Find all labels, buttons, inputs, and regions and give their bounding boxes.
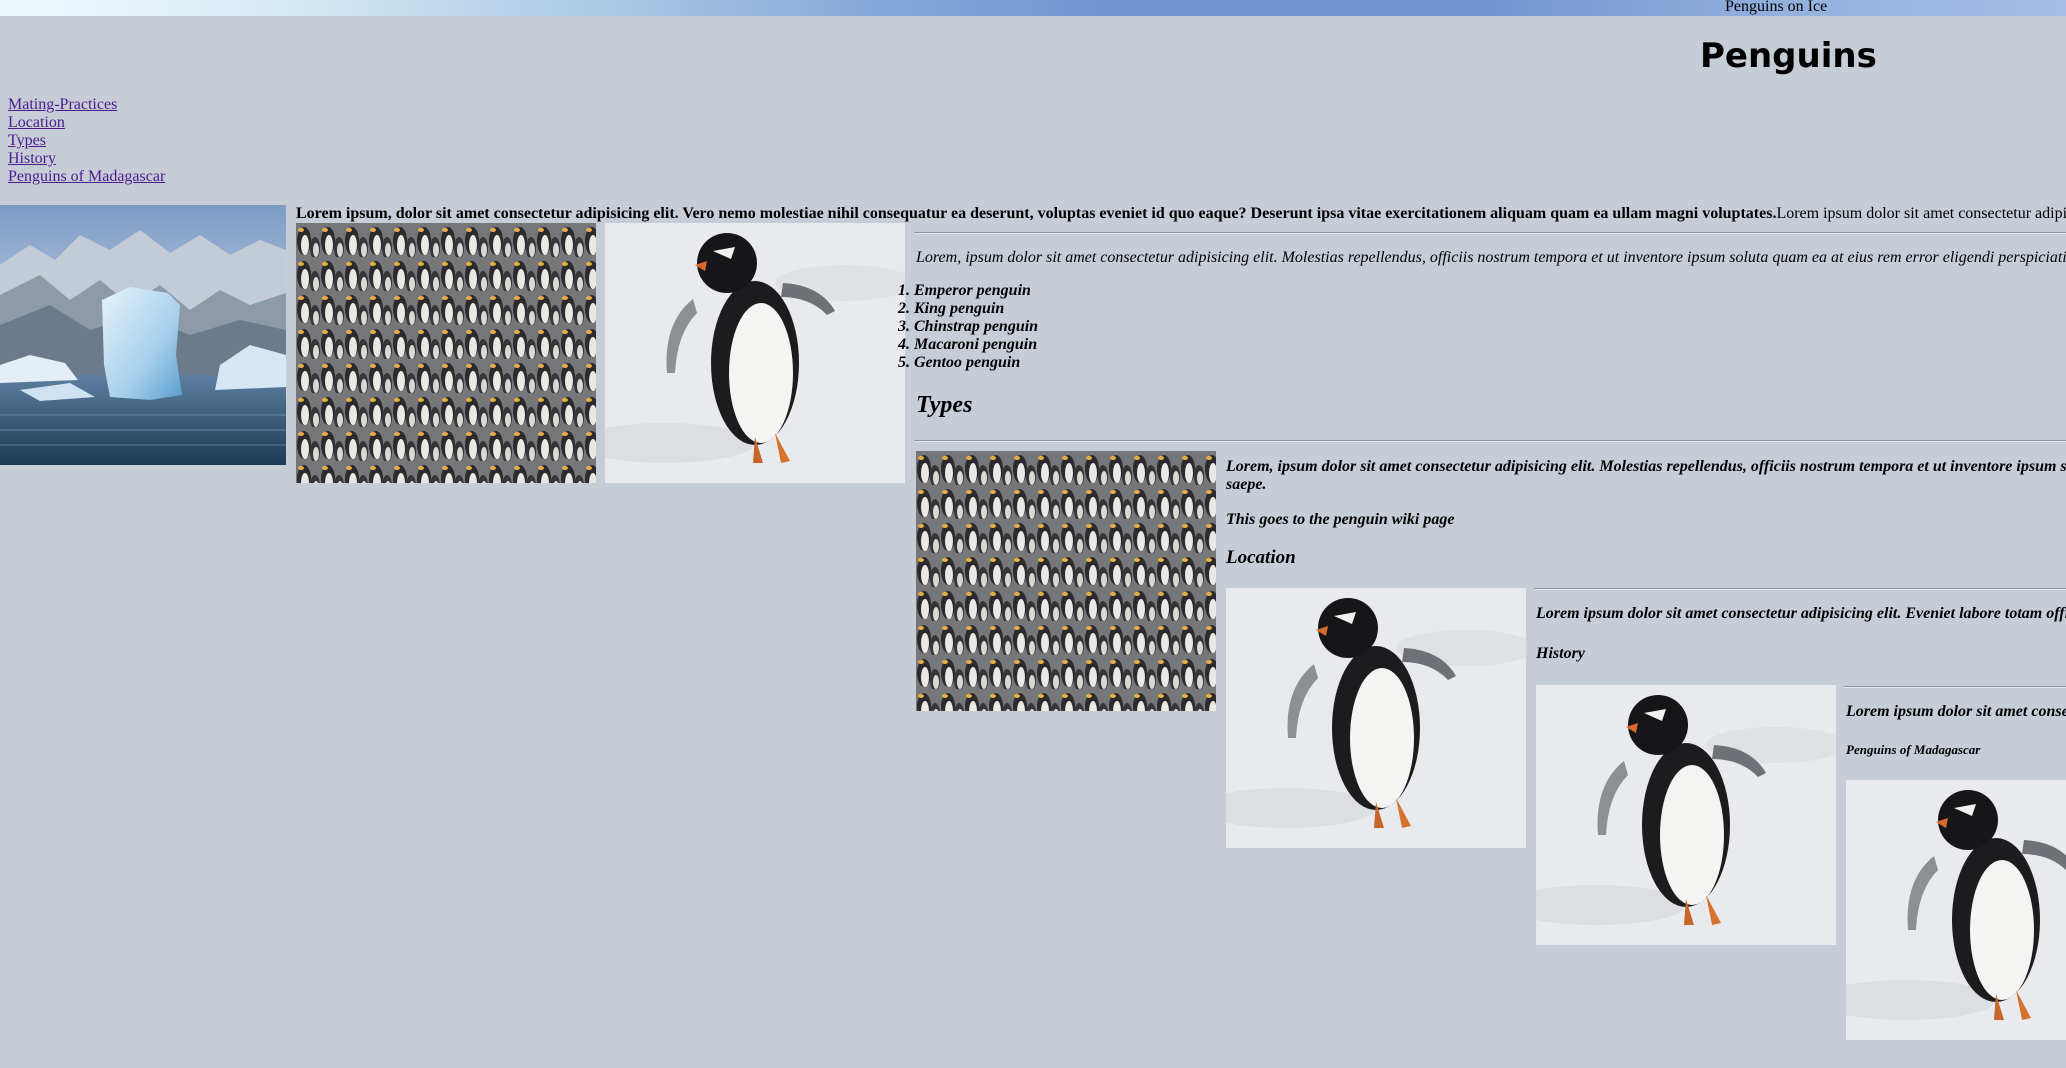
intro-paragraph: Lorem ipsum, dolor sit amet consectetur … — [296, 204, 2066, 223]
history-paragraph: Lorem ipsum dolor sit amet conse — [1846, 703, 2066, 720]
types-paragraph-line-1: Lorem, ipsum dolor sit amet consectetur … — [1226, 458, 2066, 475]
gentoo-penguin-image-3 — [1536, 685, 1836, 945]
nav-link-mating-practices[interactable]: Mating-Practices — [8, 96, 165, 114]
nav-link-types[interactable]: Types — [8, 132, 165, 150]
page: Penguins on Ice Penguins Mating-Practice… — [0, 0, 2066, 1068]
types-heading: Types — [916, 392, 973, 418]
gentoo-penguin-image — [605, 223, 905, 483]
list-item: 2. King penguin — [898, 300, 1005, 317]
divider-4 — [1844, 686, 2066, 688]
types-paragraph-line-2: saepe. — [1226, 476, 1267, 493]
list-item: 5. Gentoo penguin — [898, 354, 1021, 371]
penguin-colony-image-2 — [916, 451, 1216, 711]
intro-normal-text: Lorem ipsum dolor sit amet consectetur a… — [1776, 205, 2066, 222]
header-banner: Penguins on Ice — [0, 0, 2066, 16]
iceberg-image — [0, 205, 286, 465]
divider-3 — [1534, 588, 2066, 590]
divider-2 — [914, 440, 2066, 442]
gentoo-penguin-image-2 — [1226, 588, 1526, 848]
list-item: 4. Macaroni penguin — [898, 336, 1038, 353]
list-item: 1. Emperor penguin — [898, 282, 1031, 299]
page-title: Penguins — [1700, 36, 1877, 76]
history-heading: History — [1536, 645, 1585, 662]
banner-title: Penguins on Ice — [1725, 0, 1828, 15]
nav-link-location[interactable]: Location — [8, 114, 165, 132]
nav-link-madagascar[interactable]: Penguins of Madagascar — [8, 168, 165, 186]
penguin-types-list: 1. Emperor penguin 2. King penguin 3. Ch… — [898, 282, 1038, 372]
intro-bold-text: Lorem ipsum, dolor sit amet consectetur … — [296, 205, 1777, 222]
penguin-colony-image — [296, 223, 596, 483]
list-item: 3. Chinstrap penguin — [898, 318, 1039, 335]
divider-1 — [914, 232, 2066, 234]
nav-link-history[interactable]: History — [8, 150, 165, 168]
mating-paragraph: Lorem, ipsum dolor sit amet consectetur … — [916, 249, 2066, 266]
gentoo-penguin-image-4 — [1846, 780, 2066, 1040]
penguin-wiki-link[interactable]: This goes to the penguin wiki page — [1226, 510, 1454, 529]
location-paragraph: Lorem ipsum dolor sit amet consectetur a… — [1536, 605, 2066, 622]
location-heading: Location — [1226, 547, 1296, 568]
madagascar-heading: Penguins of Madagascar — [1846, 742, 1981, 757]
